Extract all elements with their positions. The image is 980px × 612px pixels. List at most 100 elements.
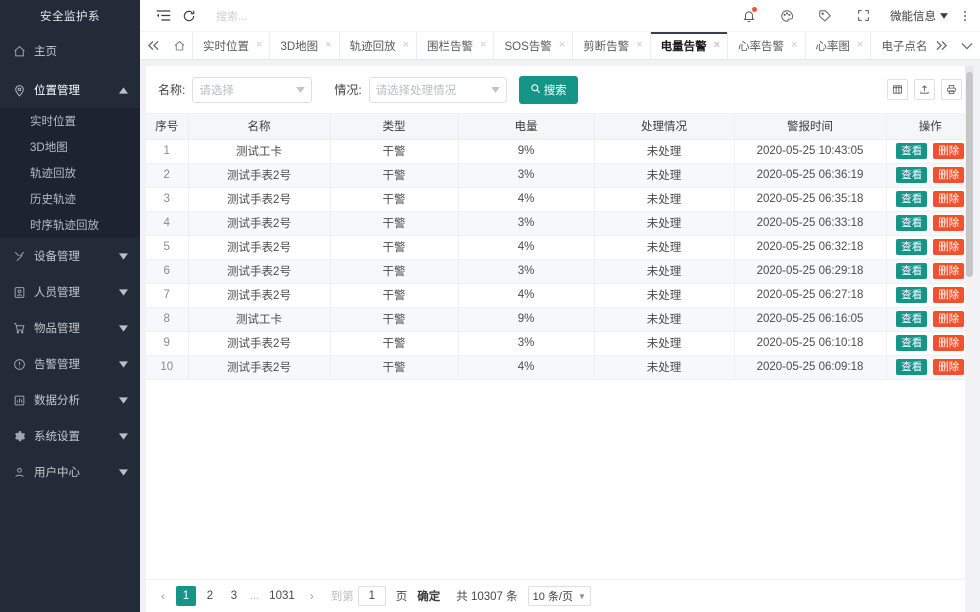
table-row[interactable]: 5 测试手表2号 干警 4% 未处理 2020-05-25 06:32:18 查… — [146, 235, 974, 259]
goto-confirm-button[interactable]: 确定 — [411, 586, 446, 606]
close-icon[interactable]: × — [857, 40, 863, 51]
close-icon[interactable]: × — [636, 40, 642, 51]
view-button[interactable]: 查看 — [896, 191, 927, 208]
sidebar-subitem-track-playback[interactable]: 轨迹回放 — [0, 160, 140, 186]
tag-icon[interactable] — [812, 3, 838, 29]
pagination-page-3[interactable]: 3 — [224, 586, 244, 606]
tab-sos-alarm[interactable]: SOS告警 × — [494, 32, 573, 59]
delete-button[interactable]: 删除 — [933, 167, 964, 184]
sidebar-item-data-analysis[interactable]: 数据分析 — [0, 382, 140, 418]
tab-realtime-location[interactable]: 实时位置 × — [192, 32, 270, 59]
view-button[interactable]: 查看 — [896, 359, 927, 376]
sidebar-item-location-management[interactable]: 位置管理 — [0, 72, 140, 108]
table-row[interactable]: 6 测试手表2号 干警 3% 未处理 2020-05-25 06:29:18 查… — [146, 259, 974, 283]
tab-heartrate-alarm[interactable]: 心率告警 × — [728, 32, 805, 59]
sidebar-item-device-management[interactable]: 设备管理 — [0, 238, 140, 274]
delete-button[interactable]: 删除 — [933, 191, 964, 208]
table-row[interactable]: 4 测试手表2号 干警 3% 未处理 2020-05-25 06:33:18 查… — [146, 211, 974, 235]
columns-icon[interactable] — [887, 79, 908, 100]
view-button[interactable]: 查看 — [896, 311, 927, 328]
sidebar-item-user-center[interactable]: 用户中心 — [0, 454, 140, 490]
close-icon[interactable]: × — [403, 40, 409, 51]
cell-status: 未处理 — [594, 355, 734, 379]
cell-time: 2020-05-25 06:33:18 — [734, 211, 886, 235]
delete-button[interactable]: 删除 — [933, 239, 964, 256]
double-chevron-right-icon[interactable] — [928, 40, 954, 51]
tab-heartrate-chart[interactable]: 心率图 × — [806, 32, 872, 59]
export-icon[interactable] — [914, 79, 935, 100]
table-row[interactable]: 3 测试手表2号 干警 4% 未处理 2020-05-25 06:35:18 查… — [146, 187, 974, 211]
pagination-page-2[interactable]: 2 — [200, 586, 220, 606]
sidebar-item-item-management[interactable]: 物品管理 — [0, 310, 140, 346]
view-button[interactable]: 查看 — [896, 215, 927, 232]
delete-button[interactable]: 删除 — [933, 359, 964, 376]
sidebar-item-personnel-management[interactable]: 人员管理 — [0, 274, 140, 310]
double-chevron-left-icon[interactable] — [140, 32, 166, 59]
tab-track-playback[interactable]: 轨迹回放 × — [340, 32, 417, 59]
tab-3d-map[interactable]: 3D地图 × — [270, 32, 339, 59]
sidebar-item-home[interactable]: 主页 — [0, 32, 140, 70]
chevron-up-icon — [118, 85, 128, 95]
sidebar-item-alarm-management[interactable]: 告警管理 — [0, 346, 140, 382]
search-button[interactable]: 搜索 — [519, 76, 578, 104]
pagination-page-1[interactable]: 1 — [176, 586, 196, 606]
view-button[interactable]: 查看 — [896, 263, 927, 280]
delete-button[interactable]: 删除 — [933, 215, 964, 232]
view-button[interactable]: 查看 — [896, 239, 927, 256]
close-icon[interactable]: × — [325, 40, 331, 51]
view-button[interactable]: 查看 — [896, 143, 927, 160]
table-tool-buttons — [887, 79, 962, 100]
refresh-icon[interactable] — [176, 3, 202, 29]
palette-icon[interactable] — [774, 3, 800, 29]
chevron-down-icon — [118, 251, 128, 261]
table-row[interactable]: 7 测试手表2号 干警 4% 未处理 2020-05-25 06:27:18 查… — [146, 283, 974, 307]
pagination-next-button[interactable]: › — [303, 586, 321, 606]
tab-cut-alarm[interactable]: 剪断告警 × — [573, 32, 650, 59]
delete-button[interactable]: 删除 — [933, 263, 964, 280]
home-outline-icon[interactable] — [166, 32, 192, 59]
delete-button[interactable]: 删除 — [933, 335, 964, 352]
sidebar-subitem-history-track[interactable]: 历史轨迹 — [0, 186, 140, 212]
close-icon[interactable]: × — [559, 40, 565, 51]
tabs-scroll-container: 实时位置 × 3D地图 × 轨迹回放 × 围栏告警 × SOS告警 × — [192, 32, 928, 59]
table-row[interactable]: 10 测试手表2号 干警 4% 未处理 2020-05-25 06:09:18 … — [146, 355, 974, 379]
close-icon[interactable]: × — [714, 40, 720, 51]
close-icon[interactable]: × — [480, 40, 486, 51]
status-select[interactable]: 请选择处理情况 — [369, 77, 507, 103]
sidebar-item-system-settings[interactable]: 系统设置 — [0, 418, 140, 454]
close-icon[interactable]: × — [791, 40, 797, 51]
global-search-input[interactable]: 搜索... — [216, 8, 247, 24]
delete-button[interactable]: 删除 — [933, 143, 964, 160]
view-button[interactable]: 查看 — [896, 287, 927, 304]
table-row[interactable]: 1 测试工卡 干警 9% 未处理 2020-05-25 10:43:05 查看 … — [146, 139, 974, 163]
sidebar-subitem-realtime-location[interactable]: 实时位置 — [0, 108, 140, 134]
sidebar-subitem-timeline-track-playback[interactable]: 时序轨迹回放 — [0, 212, 140, 238]
tab-fence-alarm[interactable]: 围栏告警 × — [417, 32, 494, 59]
menu-fold-icon[interactable] — [150, 3, 176, 29]
close-icon[interactable]: × — [256, 40, 262, 51]
vertical-scrollbar[interactable] — [965, 66, 974, 612]
kebab-menu-icon[interactable] — [960, 11, 970, 21]
scrollbar-thumb[interactable] — [966, 72, 973, 277]
table-row[interactable]: 9 测试手表2号 干警 3% 未处理 2020-05-25 06:10:18 查… — [146, 331, 974, 355]
table-row[interactable]: 8 测试工卡 干警 9% 未处理 2020-05-25 06:16:05 查看 … — [146, 307, 974, 331]
fullscreen-icon[interactable] — [850, 3, 876, 29]
view-button[interactable]: 查看 — [896, 167, 927, 184]
print-icon[interactable] — [941, 79, 962, 100]
delete-button[interactable]: 删除 — [933, 287, 964, 304]
name-select[interactable]: 请选择 — [192, 77, 312, 103]
pagination-prev-button[interactable]: ‹ — [154, 586, 172, 606]
delete-button[interactable]: 删除 — [933, 311, 964, 328]
sidebar-subitem-3d-map[interactable]: 3D地图 — [0, 134, 140, 160]
cell-status: 未处理 — [594, 259, 734, 283]
table-row[interactable]: 2 测试手表2号 干警 3% 未处理 2020-05-25 06:36:19 查… — [146, 163, 974, 187]
bell-icon[interactable] — [736, 3, 762, 29]
tab-electronic-rollcall-chart[interactable]: 电子点名统计图 × — [871, 32, 928, 59]
page-size-select[interactable]: 10 条/页 ▼ — [528, 586, 591, 606]
goto-page-input[interactable] — [358, 586, 386, 606]
view-button[interactable]: 查看 — [896, 335, 927, 352]
tab-battery-alarm[interactable]: 电量告警 × — [651, 32, 728, 59]
user-menu[interactable]: 微能信息 — [890, 8, 948, 24]
pagination-last-page[interactable]: 1031 — [265, 586, 299, 606]
chevron-down-icon[interactable] — [954, 42, 980, 50]
